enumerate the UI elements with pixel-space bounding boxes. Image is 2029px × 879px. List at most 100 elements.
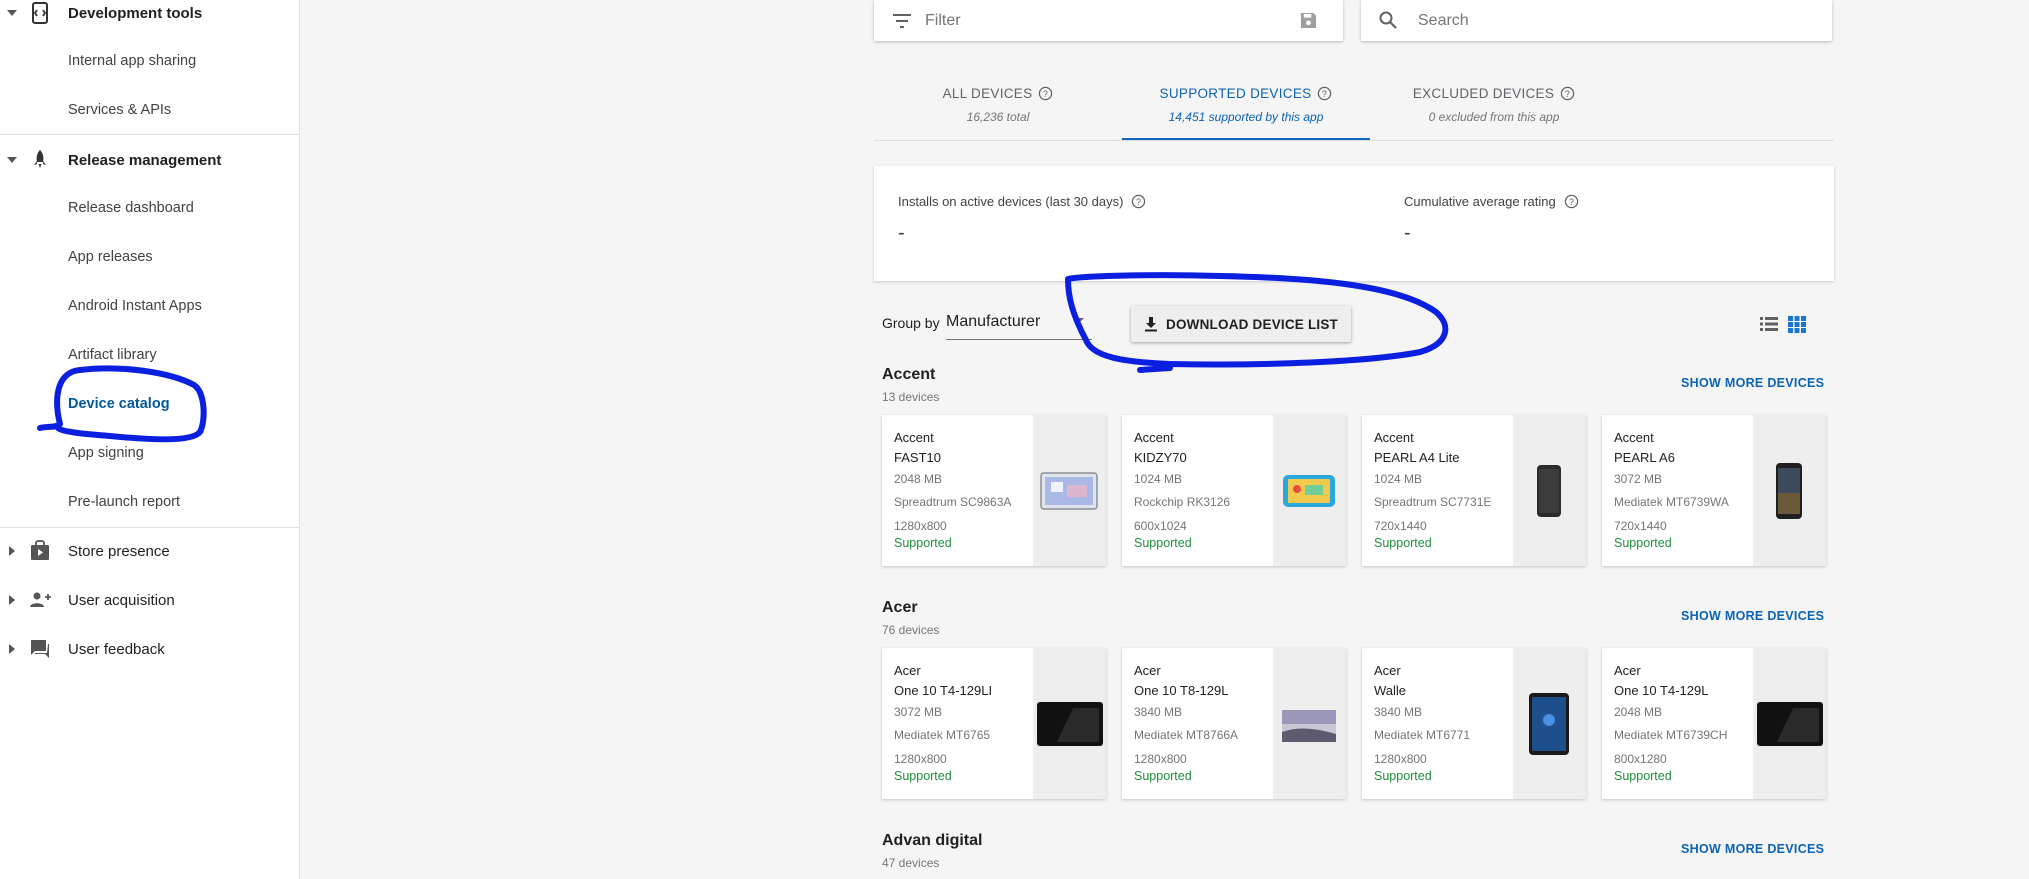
device-resolution: 720x1440 [1374, 519, 1427, 533]
help-icon[interactable]: ? [1560, 86, 1575, 101]
tab-supported-devices[interactable]: SUPPORTED DEVICES ? 14,451 supported by … [1122, 78, 1370, 140]
tab-excluded-devices[interactable]: EXCLUDED DEVICES ? 0 excluded from this … [1370, 78, 1618, 140]
list-view-icon[interactable] [1760, 316, 1778, 332]
device-model: KIDZY70 [1134, 450, 1187, 465]
device-image [1273, 415, 1346, 566]
device-model: Walle [1374, 683, 1407, 698]
device-card[interactable]: Accent PEARL A4 Lite 1024 MB Spreadtrum … [1362, 415, 1586, 566]
tab-subtitle: 0 excluded from this app [1428, 110, 1560, 124]
device-soc: Mediatek MT6739WA [1614, 495, 1729, 509]
device-model: One 10 T4-129LI [894, 683, 993, 698]
device-card[interactable]: Accent FAST10 2048 MB Spreadtrum SC9863A… [882, 415, 1106, 566]
section-user-acquisition[interactable]: User acquisition [0, 577, 300, 623]
installs-label-text: Installs on active devices (last 30 days… [898, 194, 1124, 209]
download-icon [1145, 317, 1157, 332]
filter-icon [893, 14, 911, 28]
device-soc: Mediatek MT8766A [1134, 728, 1239, 742]
device-soc: Spreadtrum SC9863A [894, 495, 1012, 509]
group-by-select[interactable]: Manufacturer [946, 306, 1092, 340]
help-icon[interactable]: ? [1038, 86, 1053, 101]
section-label: Release management [68, 151, 222, 169]
device-ram: 1024 MB [1374, 472, 1423, 486]
show-more-devices-link[interactable]: SHOW MORE DEVICES [1681, 842, 1824, 856]
section-label: User feedback [68, 640, 165, 658]
tab-label: SUPPORTED DEVICES [1159, 86, 1312, 101]
rating-label-text: Cumulative average rating [1404, 194, 1556, 209]
device-status: Supported [1134, 536, 1192, 550]
device-status: Supported [1374, 769, 1432, 783]
help-icon[interactable]: ? [1317, 86, 1332, 101]
help-icon[interactable]: ? [1131, 194, 1146, 209]
chevron-right-icon [9, 644, 15, 654]
device-brand: Accent [1134, 430, 1174, 445]
sidebar-item-device-catalog[interactable]: Device catalog [68, 396, 170, 412]
section-label: Store presence [68, 542, 170, 560]
device-brand: Acer [1374, 663, 1401, 678]
sidebar-item-release-dashboard[interactable]: Release dashboard [68, 200, 194, 216]
device-resolution: 600x1024 [1134, 519, 1187, 533]
device-ram: 3072 MB [894, 705, 943, 719]
device-card[interactable]: Accent PEARL A6 3072 MB Mediatek MT6739W… [1602, 415, 1826, 566]
installs-stat-label: Installs on active devices (last 30 days… [898, 194, 1146, 209]
section-release-management[interactable]: Release management [0, 137, 300, 183]
chevron-right-icon [9, 546, 15, 556]
sidebar-item-services-apis[interactable]: Services & APIs [68, 102, 171, 118]
search-bar[interactable] [1361, 0, 1832, 41]
section-development-tools[interactable]: Development tools [0, 0, 300, 36]
device-brand: Accent [1614, 430, 1654, 445]
sidebar-item-pre-launch-report[interactable]: Pre-launch report [68, 494, 180, 510]
chevron-right-icon [9, 595, 15, 605]
grid-view-icon[interactable] [1788, 316, 1806, 333]
group-count: 47 devices [882, 856, 940, 870]
filter-input[interactable] [923, 9, 1287, 33]
section-store-presence[interactable]: Store presence [0, 528, 300, 574]
device-image [1273, 648, 1346, 799]
download-device-list-button[interactable]: DOWNLOAD DEVICE LIST [1131, 306, 1351, 342]
show-more-devices-link[interactable]: SHOW MORE DEVICES [1681, 609, 1824, 623]
device-card[interactable]: Acer One 10 T4-129LI 3072 MB Mediatek MT… [882, 648, 1106, 799]
chevron-down-icon [7, 10, 17, 16]
device-resolution: 720x1440 [1614, 519, 1667, 533]
svg-text:?: ? [1322, 89, 1327, 99]
search-input[interactable] [1416, 9, 1800, 33]
device-status: Supported [1614, 536, 1672, 550]
feedback-icon [31, 640, 49, 658]
tab-label: ALL DEVICES [942, 86, 1033, 101]
tab-all-devices[interactable]: ALL DEVICES ? 16,236 total [874, 78, 1122, 140]
svg-text:?: ? [1043, 89, 1048, 99]
device-ram: 3840 MB [1374, 705, 1423, 719]
device-image [1753, 415, 1826, 566]
sidebar-item-app-releases[interactable]: App releases [68, 249, 153, 265]
sidebar-item-android-instant-apps[interactable]: Android Instant Apps [68, 298, 202, 314]
svg-text:?: ? [1569, 197, 1574, 207]
device-brand: Acer [1134, 663, 1161, 678]
device-card[interactable]: Acer One 10 T8-129L 3840 MB Mediatek MT8… [1122, 648, 1346, 799]
installs-stat-value: - [898, 222, 905, 244]
tabs-divider [874, 140, 1834, 141]
sidebar-item-internal-app-sharing[interactable]: Internal app sharing [68, 53, 196, 69]
device-status: Supported [894, 769, 952, 783]
device-card[interactable]: Accent KIDZY70 1024 MB Rockchip RK3126 6… [1122, 415, 1346, 566]
chevron-down-icon [7, 157, 17, 163]
sidebar-nav: Development tools Internal app sharing S… [0, 0, 300, 879]
stats-card: Installs on active devices (last 30 days… [874, 166, 1834, 281]
device-status: Supported [1374, 536, 1432, 550]
group-name: Acer [882, 599, 918, 616]
show-more-devices-link[interactable]: SHOW MORE DEVICES [1681, 376, 1824, 390]
save-icon[interactable] [1300, 12, 1317, 29]
device-card[interactable]: Acer One 10 T4-129L 2048 MB Mediatek MT6… [1602, 648, 1826, 799]
dropdown-arrow-icon[interactable] [1074, 318, 1084, 323]
device-card[interactable]: Acer Walle 3840 MB Mediatek MT6771 1280x… [1362, 648, 1586, 799]
sidebar-item-artifact-library[interactable]: Artifact library [68, 347, 157, 363]
sidebar-item-app-signing[interactable]: App signing [68, 445, 144, 461]
help-icon[interactable]: ? [1564, 194, 1579, 209]
device-ram: 2048 MB [894, 472, 943, 486]
section-user-feedback[interactable]: User feedback [0, 626, 300, 672]
device-status: Supported [1614, 769, 1672, 783]
filter-bar[interactable] [874, 0, 1343, 41]
download-button-label: DOWNLOAD DEVICE LIST [1166, 316, 1338, 332]
device-ram: 1024 MB [1134, 472, 1183, 486]
user-add-icon [30, 592, 51, 607]
device-image [1033, 415, 1106, 566]
device-model: One 10 T8-129L [1134, 683, 1229, 698]
